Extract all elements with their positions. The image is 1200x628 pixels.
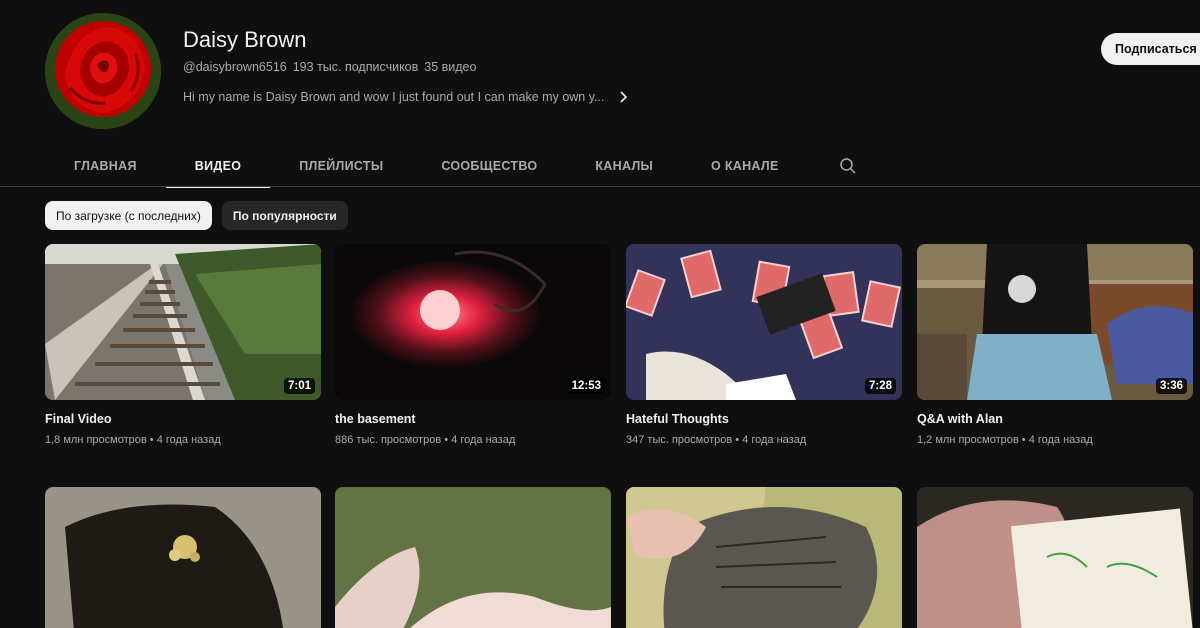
video-age: 4 года назад [1028, 434, 1093, 446]
video-title[interactable]: Hateful Thoughts [626, 412, 902, 426]
chip-popular[interactable]: По популярности [221, 201, 348, 230]
video-card[interactable] [917, 487, 1193, 628]
subscriber-count: 193 тыс. подписчиков [292, 60, 419, 74]
video-meta: 886 тыс. просмотров • 4 года назад [335, 434, 516, 446]
video-age: 4 года назад [742, 434, 807, 446]
tab-about[interactable]: О КАНАЛЕ [682, 145, 808, 187]
video-age: 4 года назад [156, 434, 221, 446]
tab-videos[interactable]: ВИДЕО [165, 145, 271, 188]
video-thumbnail[interactable]: 3:36 [917, 244, 1193, 400]
channel-description-text: Hi my name is Daisy Brown and wow I just… [183, 90, 605, 104]
search-icon[interactable] [828, 145, 868, 187]
video-views: 886 тыс. просмотров [335, 434, 442, 446]
chevron-right-icon[interactable] [616, 90, 630, 104]
video-card[interactable]: 3:36 Q&A with Alan 1,2 млн просмотров • … [917, 244, 1193, 446]
subscribe-button[interactable]: Подписаться [1101, 33, 1200, 65]
video-thumbnail[interactable] [335, 487, 611, 628]
video-card[interactable]: 7:01 Final Video 1,8 млн просмотров • 4 … [45, 244, 321, 446]
video-card[interactable] [626, 487, 902, 628]
video-title[interactable]: Final Video [45, 412, 321, 426]
video-title[interactable]: the basement [335, 412, 611, 426]
tabs-divider [0, 186, 1200, 187]
sort-chips: По загрузке (с последних) По популярност… [45, 201, 348, 230]
channel-name: Daisy Brown [183, 27, 307, 52]
video-thumbnail[interactable] [626, 487, 902, 628]
video-card[interactable] [45, 487, 321, 628]
chip-latest[interactable]: По загрузке (с последних) [45, 201, 212, 230]
video-thumbnail[interactable] [45, 487, 321, 628]
video-title[interactable]: Q&A with Alan [917, 412, 1193, 426]
video-duration: 3:36 [1155, 378, 1187, 394]
video-duration: 12:53 [567, 378, 605, 394]
video-views: 1,8 млн просмотров [45, 434, 147, 446]
video-duration: 7:28 [864, 378, 896, 394]
channel-description[interactable]: Hi my name is Daisy Brown and wow I just… [183, 90, 630, 104]
video-thumbnail[interactable]: 7:01 [45, 244, 321, 400]
tab-playlists[interactable]: ПЛЕЙЛИСТЫ [270, 145, 412, 187]
video-card[interactable]: 12:53 the basement 886 тыс. просмотров •… [335, 244, 611, 446]
channel-tabs: ГЛАВНАЯ ВИДЕО ПЛЕЙЛИСТЫ СООБЩЕСТВО КАНАЛ… [45, 145, 868, 188]
video-meta: 347 тыс. просмотров • 4 года назад [626, 434, 807, 446]
video-views: 1,2 млн просмотров [917, 434, 1019, 446]
video-count: 35 видео [424, 60, 477, 74]
video-meta: 1,2 млн просмотров • 4 года назад [917, 434, 1093, 446]
channel-avatar [45, 13, 161, 129]
tab-channels[interactable]: КАНАЛЫ [566, 145, 682, 187]
tab-community[interactable]: СООБЩЕСТВО [412, 145, 566, 187]
video-views: 347 тыс. просмотров [626, 434, 733, 446]
channel-meta: @daisybrown6516 193 тыс. подписчиков 35 ви… [183, 60, 476, 74]
video-duration: 7:01 [283, 378, 315, 394]
video-card[interactable] [335, 487, 611, 628]
video-age: 4 года назад [451, 434, 516, 446]
channel-handle: @daisybrown6516 [183, 60, 287, 74]
tab-home[interactable]: ГЛАВНАЯ [45, 145, 166, 187]
video-thumbnail[interactable] [917, 487, 1193, 628]
video-thumbnail[interactable]: 12:53 [335, 244, 611, 400]
video-thumbnail[interactable]: 7:28 [626, 244, 902, 400]
video-meta: 1,8 млн просмотров • 4 года назад [45, 434, 221, 446]
video-card[interactable]: 7:28 Hateful Thoughts 347 тыс. просмотро… [626, 244, 902, 446]
